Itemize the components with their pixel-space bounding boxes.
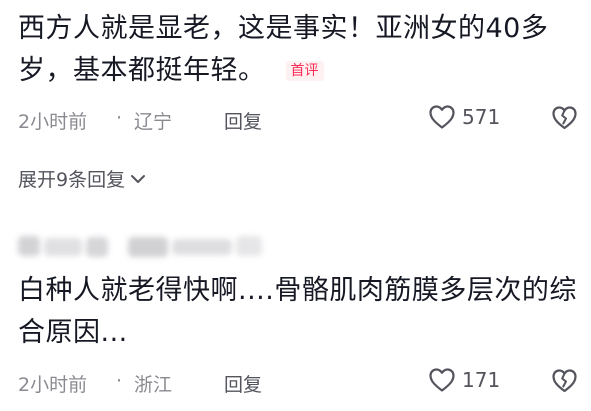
- comment-1-meta: 2小时前 · 辽宁 回复 571: [18, 104, 578, 134]
- comment-1-dislike-button[interactable]: [551, 104, 578, 131]
- expand-replies-label: 展开9条回复: [18, 169, 126, 191]
- broken-heart-icon: [552, 106, 577, 130]
- comment-2-reply-button[interactable]: 回复: [224, 370, 262, 397]
- comment-2-time: 2小时前: [18, 374, 88, 396]
- comment-2-dislike-button[interactable]: [551, 367, 578, 394]
- comment-2-like-button[interactable]: 171: [428, 367, 500, 393]
- comment-2-separator: ·: [116, 370, 123, 392]
- blurred-name-block-5: [172, 239, 232, 255]
- first-comment-badge: 首评: [285, 61, 324, 81]
- comment-2-meta: 2小时前 · 浙江 回复 171: [18, 367, 578, 397]
- broken-heart-icon: [552, 369, 577, 393]
- comment-1-time: 2小时前: [18, 111, 88, 133]
- comment-1-like-button[interactable]: 571: [428, 104, 500, 130]
- blurred-name-block-4: [128, 237, 168, 257]
- comment-1-body: 西方人就是显老，这是事实！亚洲女的40多岁，基本都挺年轻。: [18, 13, 549, 86]
- expand-replies-button[interactable]: 展开9条回复: [18, 165, 146, 192]
- chevron-down-icon: [131, 174, 146, 183]
- comment-2-text: 白种人就老得快啊....骨骼肌肉筋膜多层次的综合原因...: [18, 270, 578, 354]
- comment-1-reply-button[interactable]: 回复: [224, 107, 262, 134]
- comment-2-location: 浙江: [134, 374, 173, 396]
- comment-1-location: 辽宁: [134, 111, 173, 133]
- comment-2-username-blurred: [18, 226, 318, 266]
- blurred-name-block-1: [18, 236, 40, 256]
- blurred-name-block-3: [86, 237, 108, 257]
- comment-1-like-count: 571: [462, 105, 501, 129]
- comment-2-like-count: 171: [462, 368, 501, 392]
- comment-2-body: 白种人就老得快啊....骨骼肌肉筋膜多层次的综合原因...: [18, 275, 577, 348]
- blurred-name-block-6: [236, 236, 262, 256]
- heart-outline-icon: [429, 368, 455, 392]
- comment-1-separator: ·: [116, 107, 123, 129]
- heart-outline-icon: [429, 105, 455, 129]
- blurred-name-block-2: [44, 238, 82, 256]
- comment-1-text: 西方人就是显老，这是事实！亚洲女的40多岁，基本都挺年轻。 首评: [18, 8, 578, 92]
